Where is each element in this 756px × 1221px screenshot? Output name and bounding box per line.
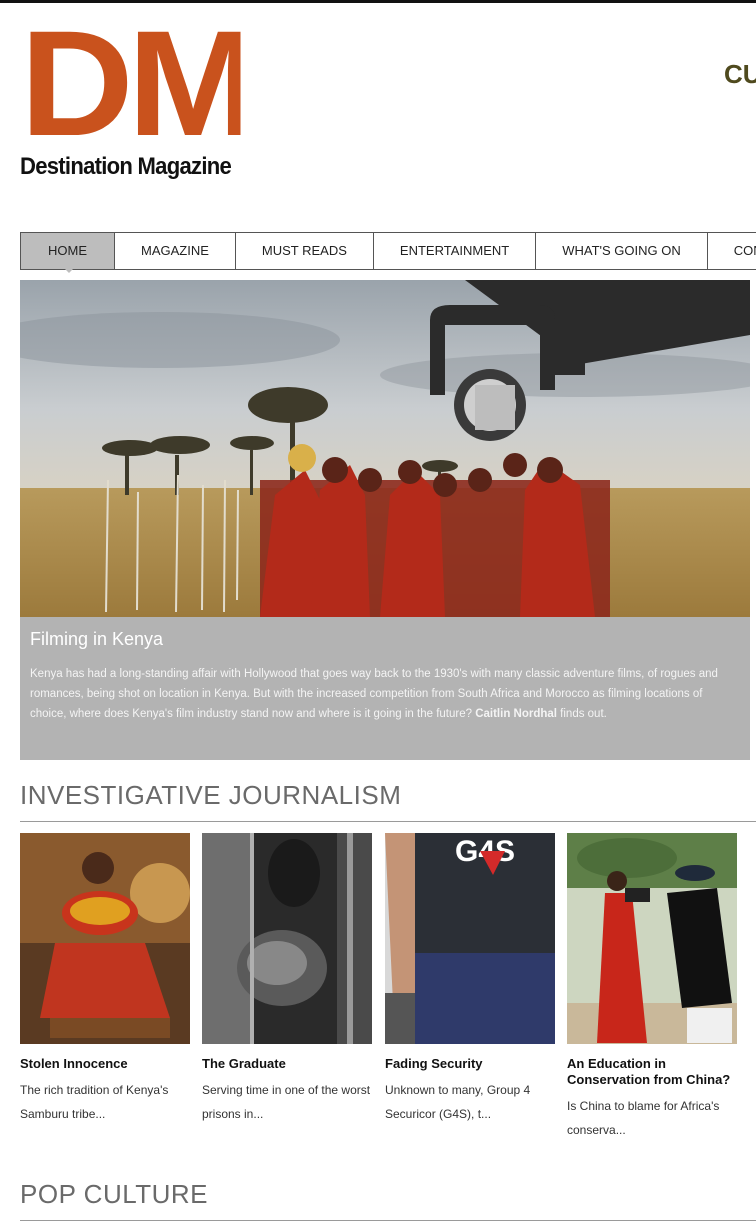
hero-image[interactable]: [20, 280, 750, 617]
site-logo[interactable]: DM Destination Magazine: [20, 23, 240, 181]
article-card[interactable]: The Graduate Serving time in one of the …: [202, 833, 372, 1126]
header-banner-text: CU: [724, 59, 756, 89]
article-title[interactable]: The Graduate: [202, 1056, 372, 1072]
main-nav: HOME MAGAZINE MUST READS ENTERTAINMENT W…: [20, 232, 756, 270]
article-excerpt: Is China to blame for Africa's conserva.…: [567, 1099, 720, 1137]
article-title[interactable]: An Education in Conservation from China?: [567, 1056, 737, 1088]
hero-summary-suffix: finds out.: [556, 708, 607, 720]
article-excerpt: The rich tradition of Kenya's Samburu tr…: [20, 1083, 169, 1121]
hero-summary-text: Kenya has had a long-standing affair wit…: [30, 668, 718, 720]
active-nav-indicator: [65, 269, 73, 273]
article-image[interactable]: [567, 833, 737, 1044]
hero-caption: Filming in Kenya Kenya has had a long-st…: [20, 617, 750, 760]
article-excerpt: Serving time in one of the worst prisons…: [202, 1083, 371, 1121]
article-image[interactable]: [20, 833, 190, 1044]
nav-item-connect[interactable]: CONNEC: [708, 233, 756, 269]
article-card[interactable]: An Education in Conservation from China?…: [567, 833, 737, 1142]
logo-wordmark: Destination Magazine: [20, 153, 232, 180]
logo-mark: DM: [20, 23, 241, 145]
article-title[interactable]: Fading Security: [385, 1056, 555, 1072]
section-title-investigative[interactable]: INVESTIGATIVE JOURNALISM: [20, 780, 401, 811]
article-image[interactable]: [202, 833, 372, 1044]
hero-title[interactable]: Filming in Kenya: [30, 629, 740, 650]
article-card[interactable]: Stolen Innocence The rich tradition of K…: [20, 833, 190, 1126]
article-excerpt: Unknown to many, Group 4 Securicor (G4S)…: [385, 1083, 531, 1121]
featured-story[interactable]: Filming in Kenya Kenya has had a long-st…: [20, 280, 750, 760]
article-card[interactable]: G4S Fading Security Unknown to many, Gro…: [385, 833, 555, 1126]
nav-item-whats-going-on[interactable]: WHAT'S GOING ON: [536, 233, 708, 269]
article-image[interactable]: G4S: [385, 833, 555, 1044]
section-title-pop-culture[interactable]: POP CULTURE: [20, 1179, 208, 1210]
nav-item-must-reads[interactable]: MUST READS: [236, 233, 374, 269]
nav-item-home[interactable]: HOME: [20, 233, 115, 269]
hero-summary: Kenya has had a long-standing affair wit…: [30, 664, 740, 724]
article-title[interactable]: Stolen Innocence: [20, 1056, 190, 1072]
nav-item-entertainment[interactable]: ENTERTAINMENT: [374, 233, 537, 269]
nav-item-magazine[interactable]: MAGAZINE: [115, 233, 236, 269]
section-divider: [20, 821, 756, 822]
hero-author[interactable]: Caitlin Nordhal: [475, 708, 557, 720]
